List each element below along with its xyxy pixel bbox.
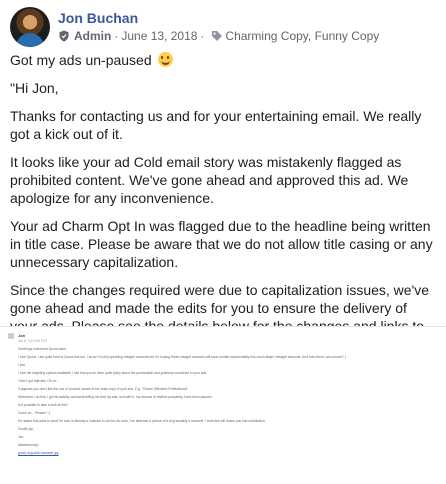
email-line: Is it possible to take a look at this? (18, 402, 69, 407)
facebook-post: Jon Buchan Admin · June 13, 2018 · Charm… (0, 0, 446, 484)
attachment-file-link[interactable]: goofy-dog-with-monacle.jpg (18, 451, 438, 457)
post-paragraph: Got my ads un-paused (10, 51, 438, 69)
email-date: Jun 8, 9:21 AM PDT (18, 338, 48, 343)
email-line: I love the targeting options available. … (18, 370, 208, 375)
smile-emoji-icon (157, 52, 173, 67)
admin-shield-icon (59, 30, 69, 42)
post-paragraph: Your ad Charm Opt In was flagged due to … (10, 218, 433, 270)
admin-badge: Admin (74, 29, 112, 43)
author-name[interactable]: Jon Buchan (58, 9, 379, 27)
author-avatar[interactable] (10, 7, 50, 47)
post-meta: Admin · June 13, 2018 · Charming Copy, F… (58, 28, 379, 44)
email-line: Then I got rejected. Oh no. (18, 378, 58, 383)
email-line: It appears you don't like the use of pro… (18, 386, 189, 391)
post-topics[interactable]: Charming Copy, Funny Copy (225, 28, 379, 44)
email-line: I love Quora. I am quite fond of Quora a… (18, 354, 346, 359)
email-line: Jon (18, 434, 24, 439)
meta-separator: · (114, 29, 119, 43)
post-header: Jon Buchan Admin · June 13, 2018 · Charm… (10, 7, 379, 47)
email-line: Whenever I do this, I get an awfully sad… (18, 394, 213, 399)
email-screenshot-image[interactable]: Jon Jun 8, 9:21 AM PDT Greetings esteeme… (0, 326, 446, 484)
email-line: Come on... Please? :) (18, 410, 50, 415)
post-header-text: Jon Buchan Admin · June 13, 2018 · Charm… (58, 9, 379, 44)
sender-avatar (8, 333, 14, 339)
post-paragraph: Thanks for contacting us and for your en… (10, 108, 422, 142)
post-paragraph: "Hi Jon, (10, 80, 59, 96)
email-line: I'm aware this adds to what I'm sure is … (18, 418, 266, 423)
email-line: I jest. (18, 362, 26, 367)
email-line: Attachment(s) (18, 442, 39, 447)
meta-separator: · (200, 29, 205, 43)
post-date[interactable]: June 13, 2018 (121, 28, 197, 44)
email-line: Greetings esteemed Quora team, (18, 346, 67, 351)
email-line: Toodle pip, (18, 426, 34, 431)
post-body: Got my ads un-paused "Hi Jon, Thanks for… (10, 51, 438, 363)
post-paragraph: It looks like your ad Cold email story w… (10, 154, 409, 206)
email-content: Jon Jun 8, 9:21 AM PDT Greetings esteeme… (8, 333, 438, 456)
tag-icon (212, 31, 223, 41)
